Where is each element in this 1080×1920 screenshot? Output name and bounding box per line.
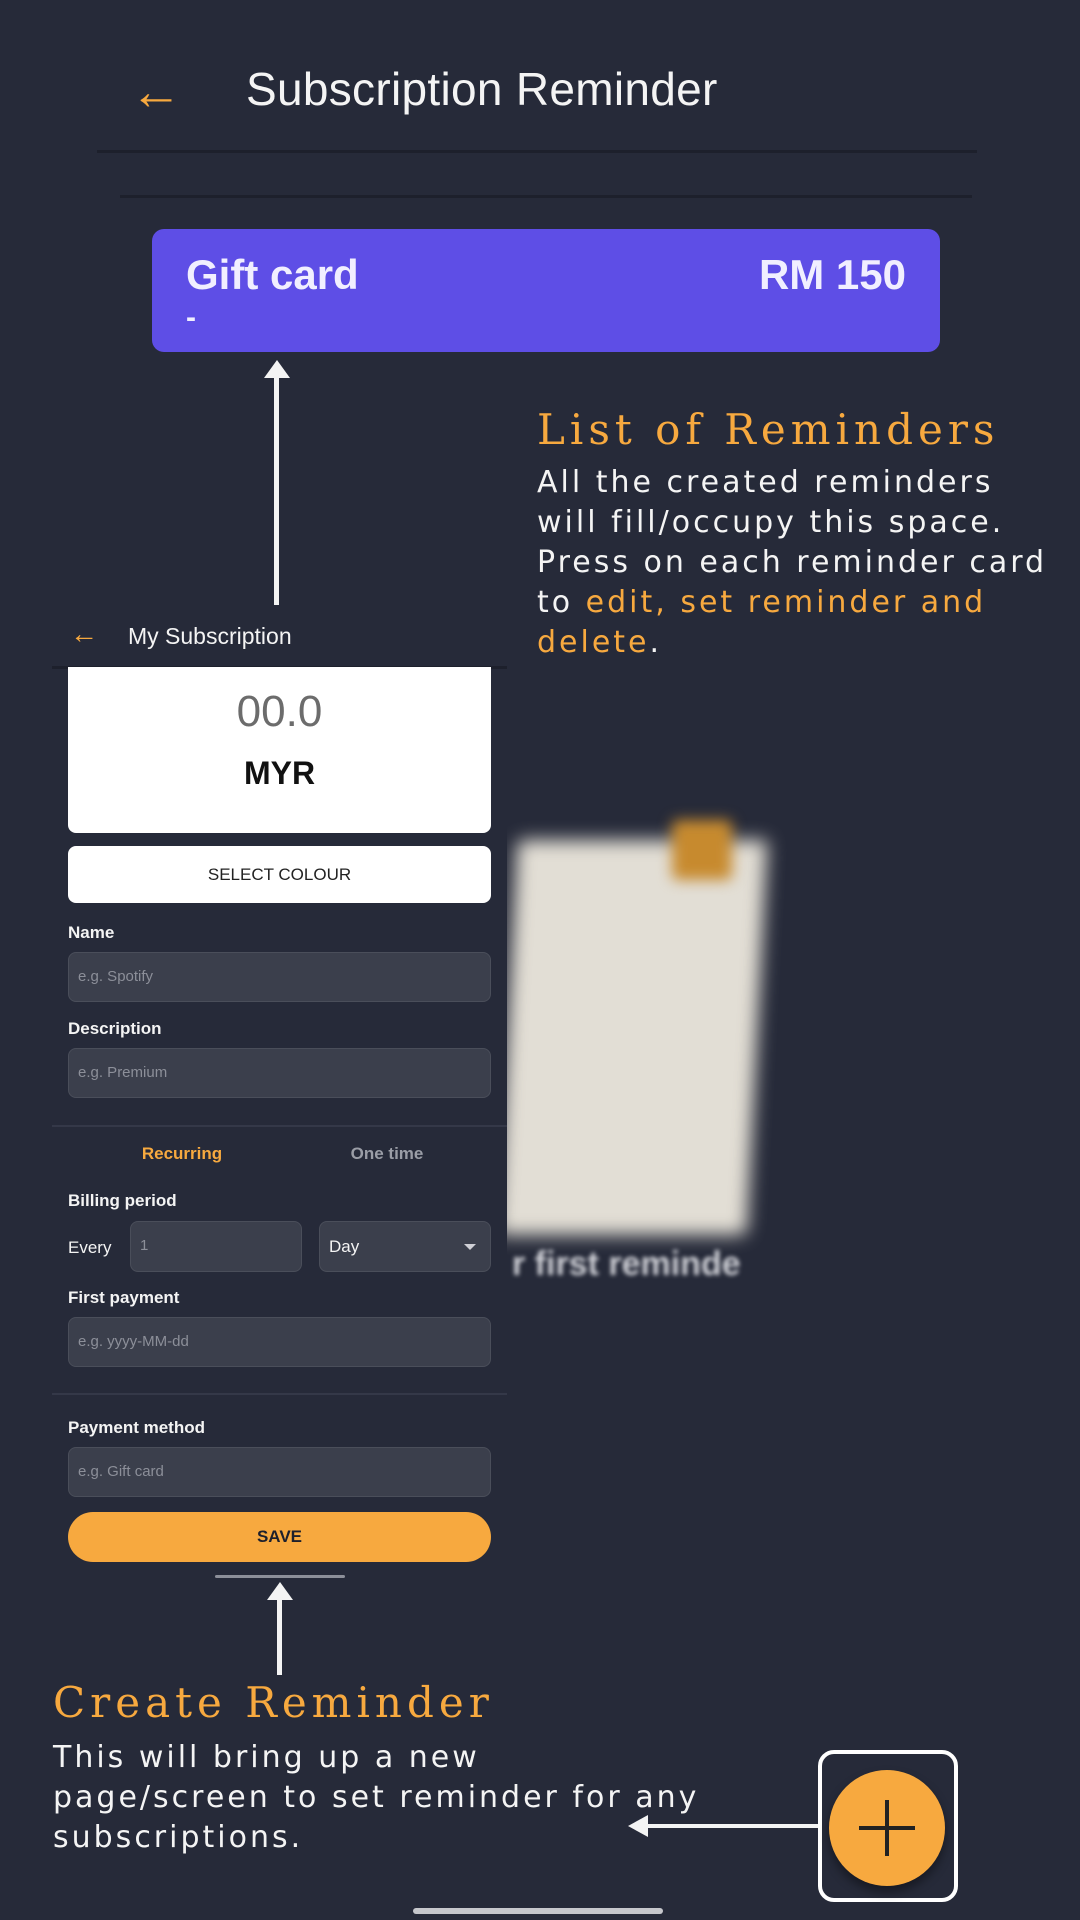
form-preview: ← My Subscription 00.0 MYR SELECT COLOUR… <box>52 605 507 1595</box>
header-divider <box>97 150 977 153</box>
reminder-name: Gift card <box>186 251 359 298</box>
list-annotation-title: List of Reminders <box>537 405 1000 454</box>
name-input[interactable]: e.g. Spotify <box>68 952 491 1002</box>
annotation-arrow-line <box>274 375 279 605</box>
reminder-amount: RM 150 <box>758 251 906 298</box>
reminder-card[interactable]: Gift card - RM 150 <box>152 229 940 352</box>
payment-method-input[interactable]: e.g. Gift card <box>68 1447 491 1497</box>
period-unit-select[interactable]: Day <box>319 1221 491 1272</box>
period-unit-value: Day <box>329 1237 360 1256</box>
list-annotation-text: . <box>649 625 663 660</box>
dropdown-caret-icon <box>464 1244 476 1250</box>
back-arrow-icon[interactable]: ← <box>70 619 100 649</box>
create-annotation-title: Create Reminder <box>53 1678 494 1727</box>
section-divider <box>52 1393 507 1395</box>
section-divider <box>52 1125 507 1127</box>
list-annotation-line: Press on each reminder card <box>537 545 1048 580</box>
list-annotation-highlight: delete <box>537 625 650 660</box>
first-payment-input[interactable]: e.g. yyyy-MM-dd <box>68 1317 491 1367</box>
create-annotation-body: This will bring up a new page/screen to … <box>53 1738 773 1858</box>
plus-icon <box>885 1800 889 1856</box>
description-input[interactable]: e.g. Premium <box>68 1048 491 1098</box>
back-arrow-icon[interactable]: ← <box>128 66 184 118</box>
amount-display[interactable]: 00.0 MYR <box>68 667 491 833</box>
description-label: Description <box>68 1019 162 1038</box>
save-button[interactable]: SAVE <box>68 1512 491 1562</box>
amount-value: 00.0 <box>236 687 323 736</box>
arrow-up-icon <box>264 360 290 378</box>
list-annotation-text: to <box>537 585 586 620</box>
period-count-input[interactable]: 1 <box>130 1221 302 1272</box>
first-payment-label: First payment <box>68 1288 180 1307</box>
payment-method-label: Payment method <box>68 1418 205 1437</box>
arrow-up-icon <box>267 1582 293 1600</box>
home-indicator <box>215 1575 345 1578</box>
create-annotation-line: This will bring up a new <box>53 1740 480 1775</box>
reminder-description: - <box>186 301 196 334</box>
arrow-left-icon <box>628 1815 648 1837</box>
annotation-arrow-line <box>648 1824 818 1828</box>
billing-period-label: Billing period <box>68 1191 177 1210</box>
list-annotation-line: delete. <box>537 623 1067 663</box>
create-annotation-line: page/screen to set reminder for any <box>53 1780 700 1815</box>
every-label: Every <box>68 1238 112 1257</box>
empty-state-caption: r first reminde <box>512 1245 741 1283</box>
list-annotation-highlight: edit, set reminder and <box>585 585 987 620</box>
home-indicator <box>413 1908 663 1914</box>
list-top-divider <box>120 195 972 198</box>
annotation-arrow-line <box>277 1600 282 1675</box>
currency-label: MYR <box>243 755 316 791</box>
list-annotation-line: will fill/occupy this space. <box>537 505 1005 540</box>
list-annotation-body: All the created reminders will fill/occu… <box>537 463 1067 663</box>
list-annotation-line: All the created reminders <box>537 465 994 500</box>
tab-one-time[interactable]: One time <box>297 1144 477 1164</box>
add-reminder-button[interactable] <box>829 1770 945 1886</box>
form-title: My Subscription <box>128 623 292 649</box>
page-title: Subscription Reminder <box>246 63 718 115</box>
empty-state-illustration <box>496 840 768 1235</box>
name-label: Name <box>68 923 115 942</box>
list-annotation-line: to edit, set reminder and <box>537 583 1067 623</box>
select-colour-button[interactable]: SELECT COLOUR <box>68 846 491 903</box>
tab-recurring[interactable]: Recurring <box>92 1144 272 1164</box>
clipboard-clip-icon <box>672 820 732 880</box>
